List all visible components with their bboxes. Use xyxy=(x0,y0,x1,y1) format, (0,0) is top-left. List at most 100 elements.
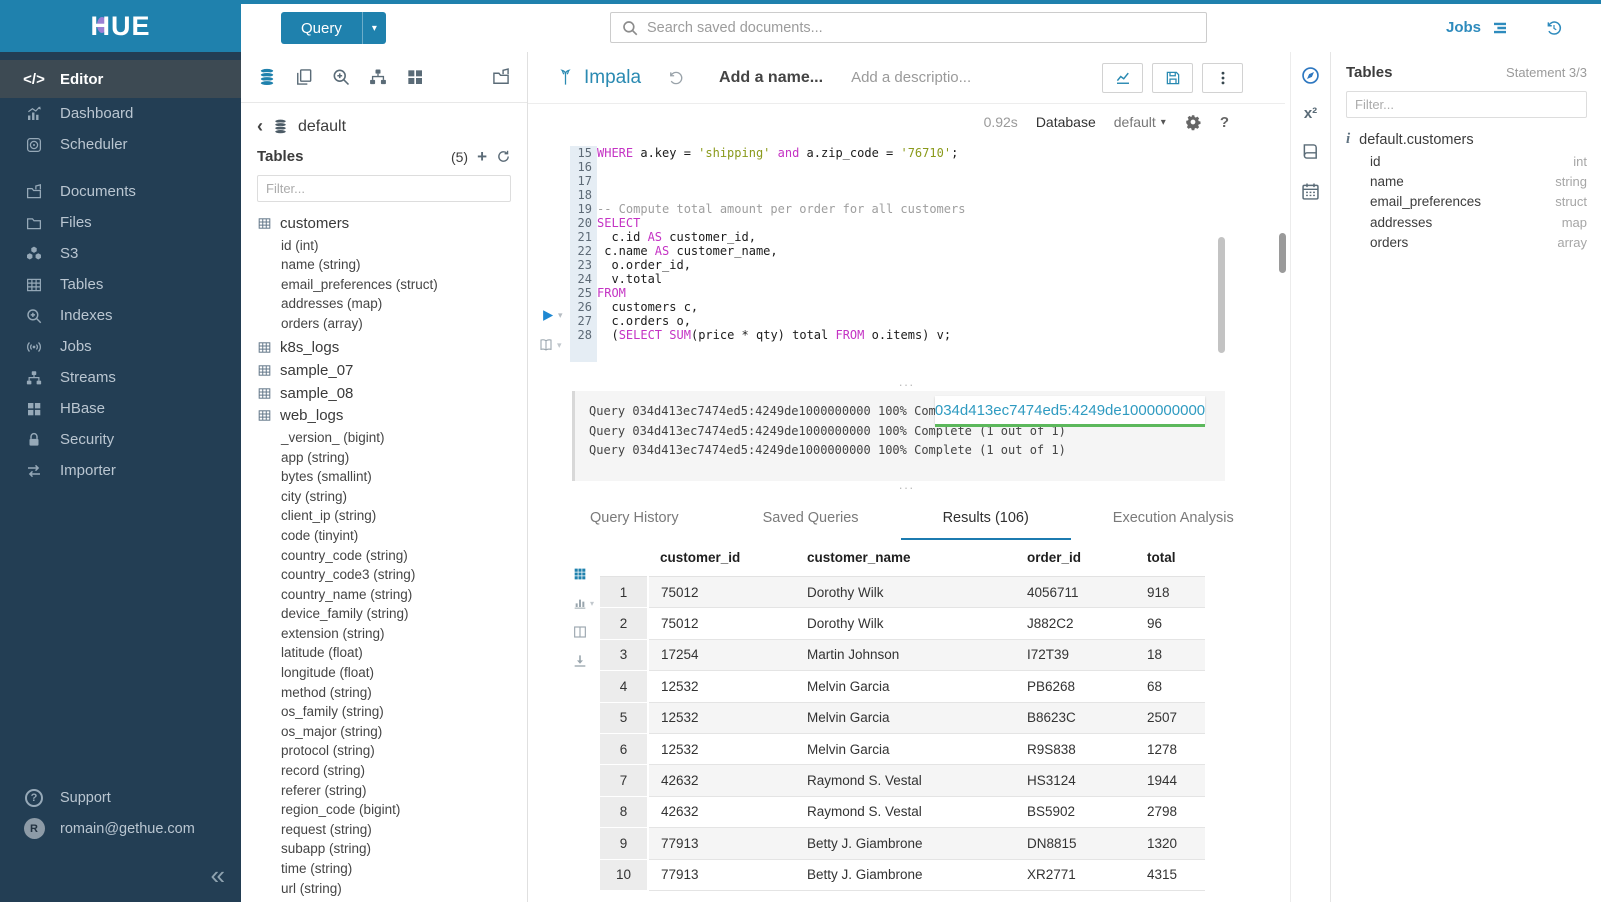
tab-execution-analysis[interactable]: Execution Analysis xyxy=(1071,500,1276,540)
query-dropdown-caret[interactable]: ▾ xyxy=(362,12,386,44)
editor-assistant-icon[interactable] xyxy=(1300,65,1321,86)
column-item[interactable]: code (tinyint) xyxy=(257,526,527,546)
assist-table-k8s-logs[interactable]: k8s_logs xyxy=(257,337,527,360)
download-icon[interactable] xyxy=(572,653,588,669)
column-item[interactable]: latitude (float) xyxy=(257,643,527,663)
column-item[interactable]: _version_ (bigint) xyxy=(257,428,527,448)
query-id-tooltip[interactable]: 034d413ec7474ed5:4249de1000000000 xyxy=(935,396,1205,424)
sidebar-item-documents[interactable]: Documents xyxy=(0,176,241,207)
column-item[interactable]: region_code (bigint) xyxy=(257,800,527,820)
sidebar-item-dashboard[interactable]: Dashboard xyxy=(0,98,241,129)
column-item[interactable]: extension (string) xyxy=(257,624,527,644)
functions-icon[interactable]: x² xyxy=(1304,105,1317,122)
sidebar-item-user[interactable]: R romain@gethue.com xyxy=(0,813,241,844)
column-item[interactable]: ordersarray xyxy=(1346,233,1587,253)
column-item[interactable]: device_family (string) xyxy=(257,604,527,624)
panel-scrollbar[interactable] xyxy=(1279,233,1286,273)
sidebar-item-indexes[interactable]: Indexes xyxy=(0,300,241,331)
grid-view-icon[interactable] xyxy=(572,566,588,582)
column-item[interactable]: name (string) xyxy=(257,255,527,275)
chart-view-icon[interactable] xyxy=(572,595,588,611)
column-item[interactable]: city (string) xyxy=(257,487,527,507)
resize-handle-top[interactable]: ··· xyxy=(528,378,1285,391)
help-question-icon[interactable]: ? xyxy=(1220,114,1229,131)
column-item[interactable]: app (string) xyxy=(257,448,527,468)
settings-gear-icon[interactable] xyxy=(1184,113,1202,131)
column-item[interactable]: id (int) xyxy=(257,236,527,256)
tab-saved-queries[interactable]: Saved Queries xyxy=(721,500,901,540)
column-item[interactable]: user_agent (string) xyxy=(257,898,527,902)
code-editor[interactable]: ▾ ▾ 1516171819202122232425262728 WHERE a… xyxy=(528,140,1285,378)
column-item[interactable]: email_preferencesstruct xyxy=(1346,192,1587,212)
execute-query-button[interactable]: ▾ xyxy=(540,308,563,323)
assist-table-sample-08[interactable]: sample_08 xyxy=(257,382,527,405)
sidebar-item-jobs[interactable]: Jobs xyxy=(0,331,241,362)
sidebar-item-streams[interactable]: Streams xyxy=(0,362,241,393)
query-name-field[interactable]: Add a name... xyxy=(719,69,823,87)
column-item[interactable]: addressesmap xyxy=(1346,212,1587,232)
hue-logo[interactable]: HUE xyxy=(0,0,241,52)
column-item[interactable]: namestring xyxy=(1346,171,1587,191)
documents-icon[interactable] xyxy=(294,67,314,87)
assist-table-sample-07[interactable]: sample_07 xyxy=(257,359,527,382)
column-item[interactable]: bytes (smallint) xyxy=(257,467,527,487)
projects-icon[interactable] xyxy=(491,67,511,87)
column-item[interactable]: country_name (string) xyxy=(257,585,527,605)
right-filter-input[interactable] xyxy=(1346,91,1587,118)
sidebar-item-files[interactable]: Files xyxy=(0,207,241,238)
column-item[interactable]: subapp (string) xyxy=(257,839,527,859)
sidebar-item-hbase[interactable]: HBase xyxy=(0,393,241,424)
sidebar-item-tables[interactable]: Tables xyxy=(0,269,241,300)
column-item[interactable]: os_major (string) xyxy=(257,722,527,742)
editor-scrollbar[interactable] xyxy=(1218,237,1225,353)
jobs-list-icon[interactable] xyxy=(1491,19,1509,37)
sidebar-item-support[interactable]: ? Support xyxy=(0,782,241,813)
breadcrumb-database[interactable]: default xyxy=(298,118,346,136)
sidebar-item-editor[interactable]: </>Editor xyxy=(0,60,241,98)
column-item[interactable]: url (string) xyxy=(257,879,527,899)
column-item[interactable]: protocol (string) xyxy=(257,741,527,761)
language-reference-icon[interactable] xyxy=(1300,141,1321,162)
search-input[interactable] xyxy=(647,20,1196,36)
sidebar-item-importer[interactable]: Importer xyxy=(0,455,241,486)
visualize-button[interactable] xyxy=(1102,63,1143,93)
add-table-icon[interactable]: + xyxy=(477,148,487,165)
column-item[interactable]: request (string) xyxy=(257,820,527,840)
code-content[interactable]: WHERE a.key = 'shipping' and a.zip_code … xyxy=(597,146,1215,342)
sidebar-item-security[interactable]: Security xyxy=(0,424,241,455)
column-header-total[interactable]: total xyxy=(1135,542,1205,577)
column-item[interactable]: longitude (float) xyxy=(257,663,527,683)
refresh-icon[interactable] xyxy=(496,149,511,164)
column-item[interactable]: os_family (string) xyxy=(257,702,527,722)
databases-icon[interactable] xyxy=(257,67,277,87)
tables-filter-input[interactable] xyxy=(257,175,511,202)
assist-table-customers[interactable]: customers xyxy=(257,212,527,235)
book-options-caret[interactable]: ▾ xyxy=(557,340,562,351)
explain-book-icon[interactable]: ▾ xyxy=(538,337,562,353)
collapse-sidebar-button[interactable]: « xyxy=(211,862,225,888)
sidebar-item-s3[interactable]: S3 xyxy=(0,238,241,269)
back-chevron-icon[interactable]: ‹ xyxy=(257,116,263,137)
sidebar-item-scheduler[interactable]: Scheduler xyxy=(0,129,241,160)
snippet-history-icon[interactable] xyxy=(667,69,685,87)
column-item[interactable]: country_code3 (string) xyxy=(257,565,527,585)
query-description-field[interactable]: Add a descriptio... xyxy=(851,69,971,86)
assist-table-web-logs[interactable]: web_logs xyxy=(257,404,527,427)
column-item[interactable]: orders (array) xyxy=(257,314,527,334)
database-dropdown[interactable]: default ▾ xyxy=(1114,114,1166,130)
more-actions-button[interactable] xyxy=(1202,63,1243,93)
save-button[interactable] xyxy=(1152,63,1193,93)
column-item[interactable]: addresses (map) xyxy=(257,294,527,314)
column-item[interactable]: time (string) xyxy=(257,859,527,879)
query-history-icon[interactable] xyxy=(1545,19,1563,37)
resize-handle-bottom[interactable]: ··· xyxy=(528,481,1285,494)
column-item[interactable]: country_code (string) xyxy=(257,546,527,566)
column-item[interactable]: referer (string) xyxy=(257,781,527,801)
column-header-customer-name[interactable]: customer_name xyxy=(795,542,1015,577)
column-item[interactable]: record (string) xyxy=(257,761,527,781)
tab-results-106[interactable]: Results (106) xyxy=(901,500,1071,540)
new-query-button[interactable]: Query ▾ xyxy=(281,12,386,44)
jobs-link[interactable]: Jobs xyxy=(1446,19,1481,36)
column-item[interactable]: client_ip (string) xyxy=(257,506,527,526)
apps-icon[interactable] xyxy=(405,67,425,87)
